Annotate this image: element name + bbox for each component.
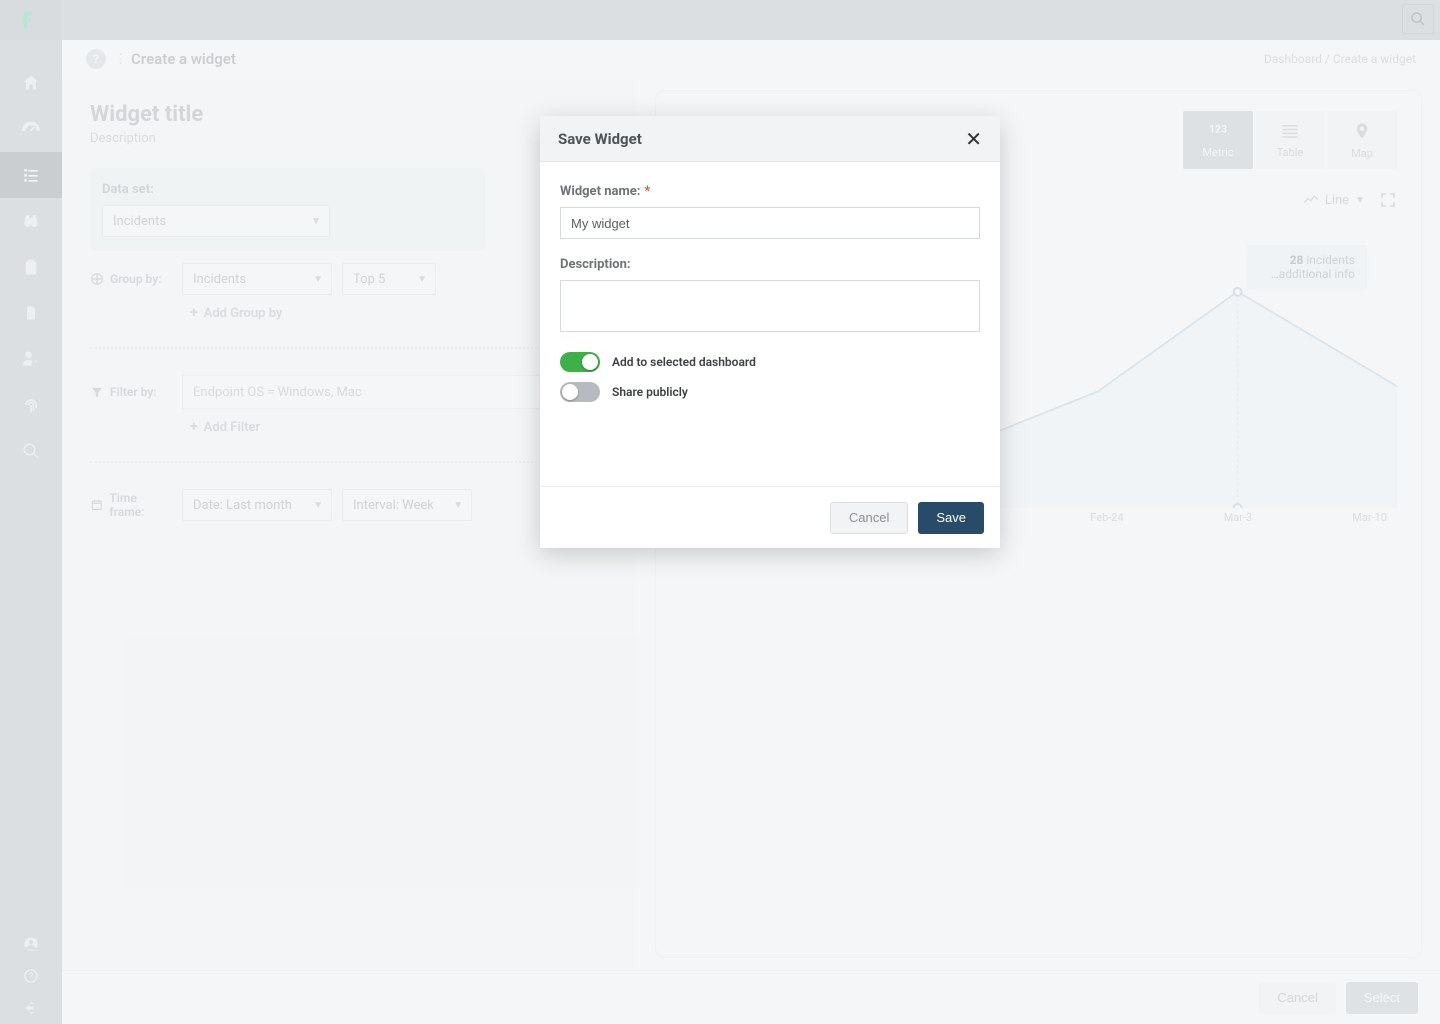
modal-footer: Cancel Save	[540, 486, 1000, 548]
description-label: Description:	[560, 257, 980, 272]
modal-cancel-button[interactable]: Cancel	[830, 502, 908, 534]
required-star-icon: *	[644, 184, 650, 199]
share-publicly-row: Share publicly	[560, 382, 980, 402]
add-to-dashboard-label: Add to selected dashboard	[612, 355, 756, 369]
modal-save-button[interactable]: Save	[918, 502, 984, 534]
add-to-dashboard-row: Add to selected dashboard	[560, 352, 980, 372]
widget-name-label: Widget name: *	[560, 184, 980, 199]
modal-close-button[interactable]: ✕	[965, 127, 982, 151]
save-widget-modal: Save Widget ✕ Widget name: * Description…	[540, 116, 1000, 548]
modal-header: Save Widget ✕	[540, 116, 1000, 162]
widget-name-input[interactable]	[560, 207, 980, 239]
modal-body: Widget name: * Description: Add to selec…	[540, 162, 1000, 486]
description-textarea[interactable]	[560, 280, 980, 332]
share-publicly-toggle[interactable]	[560, 382, 600, 402]
add-to-dashboard-toggle[interactable]	[560, 352, 600, 372]
modal-title: Save Widget	[558, 130, 642, 148]
share-publicly-label: Share publicly	[612, 385, 688, 399]
